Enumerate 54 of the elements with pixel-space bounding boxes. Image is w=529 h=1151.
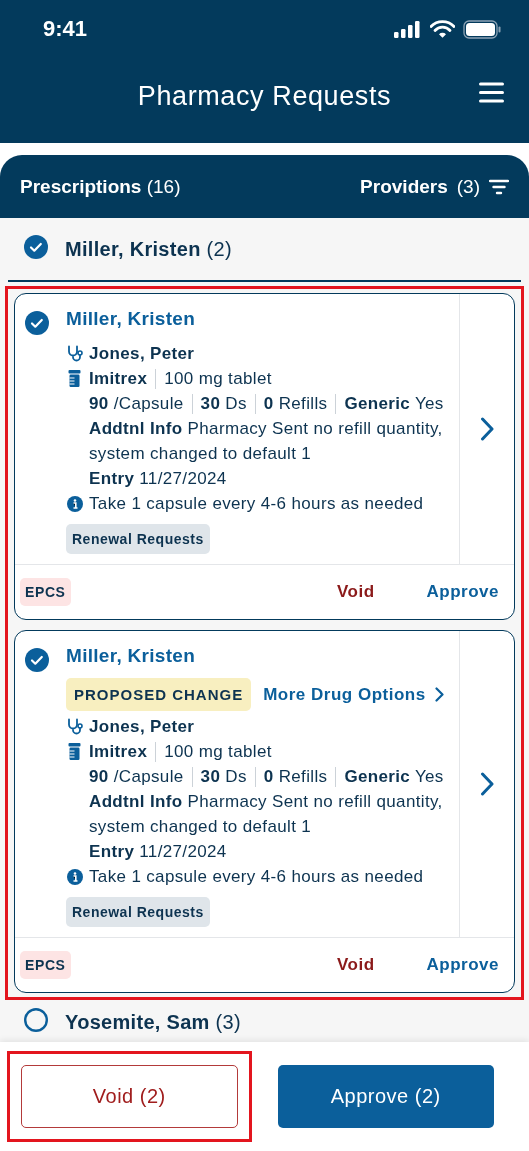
stethoscope-icon <box>66 345 83 362</box>
clock-time: 9:41 <box>43 16 88 42</box>
generic-text: Generic Yes <box>344 393 444 415</box>
patient-name[interactable]: Miller, Kristen <box>66 645 459 672</box>
epcs-badge: EPCS <box>20 578 71 606</box>
checked-circle-icon[interactable] <box>25 311 49 335</box>
patient-group-header[interactable]: Miller, Kristen (2) <box>65 237 232 261</box>
quantity-text: 90 /Capsule <box>89 393 184 415</box>
refills-text: 0 Refills <box>263 393 328 415</box>
info-icon <box>66 495 83 512</box>
stethoscope-icon <box>66 718 83 735</box>
providers-filter[interactable]: Providers (3) <box>360 175 509 198</box>
drug-strength: 100 mg tablet <box>164 368 272 390</box>
directions-text: Take 1 capsule every 4-6 hours as needed <box>89 866 424 888</box>
renewal-requests-tag: Renewal Requests <box>66 897 210 927</box>
additional-info-text: Addtnl Info Pharmacy Sent no refill quantity, system changed to default 1 <box>88 418 444 465</box>
prescriber-name: Jones, Peter <box>89 716 195 738</box>
additional-info-text: Addtnl Info Pharmacy Sent no refill quantity, system changed to default 1 <box>88 791 444 838</box>
patient-name[interactable]: Miller, Kristen <box>66 308 459 335</box>
days-text: 30 Ds <box>200 766 247 788</box>
approve-button[interactable]: Approve <box>426 951 499 979</box>
drug-strength: 100 mg tablet <box>164 741 272 763</box>
filter-icon <box>489 178 509 195</box>
drug-name: Imitrex <box>89 368 148 390</box>
pill-bottle-icon <box>68 743 81 760</box>
approve-button[interactable]: Approve <box>426 578 499 606</box>
entry-date-text: Entry 11/27/2024 <box>88 468 228 490</box>
battery-icon <box>463 19 501 39</box>
directions-text: Take 1 capsule every 4-6 hours as needed <box>89 493 424 515</box>
void-all-button[interactable]: Void (2) <box>21 1065 238 1128</box>
epcs-badge: EPCS <box>20 951 71 979</box>
renewal-requests-tag: Renewal Requests <box>66 524 210 554</box>
list-title: Prescriptions (16) <box>20 175 181 198</box>
proposed-change-tag: PROPOSED CHANGE <box>66 678 252 711</box>
generic-text: Generic Yes <box>344 766 444 788</box>
checked-circle-icon[interactable] <box>25 648 49 672</box>
page-title: Pharmacy Requests <box>137 81 392 112</box>
wifi-icon <box>430 20 455 38</box>
void-button[interactable]: Void <box>336 951 375 979</box>
days-text: 30 Ds <box>200 393 247 415</box>
menu-icon[interactable] <box>479 82 504 103</box>
info-icon <box>66 868 83 885</box>
patient-group-header[interactable]: Yosemite, Sam (3) <box>65 1010 241 1034</box>
approve-all-button[interactable]: Approve (2) <box>277 1065 494 1128</box>
prescriber-name: Jones, Peter <box>89 343 195 365</box>
quantity-text: 90 /Capsule <box>89 766 184 788</box>
refills-text: 0 Refills <box>263 766 328 788</box>
pill-bottle-icon <box>68 370 81 387</box>
signal-icon <box>394 20 422 38</box>
more-drug-options-link[interactable]: More Drug Options <box>263 684 444 705</box>
void-button[interactable]: Void <box>336 578 375 606</box>
drug-name: Imitrex <box>89 741 148 763</box>
entry-date-text: Entry 11/27/2024 <box>88 841 228 863</box>
chevron-right-icon <box>434 687 444 702</box>
